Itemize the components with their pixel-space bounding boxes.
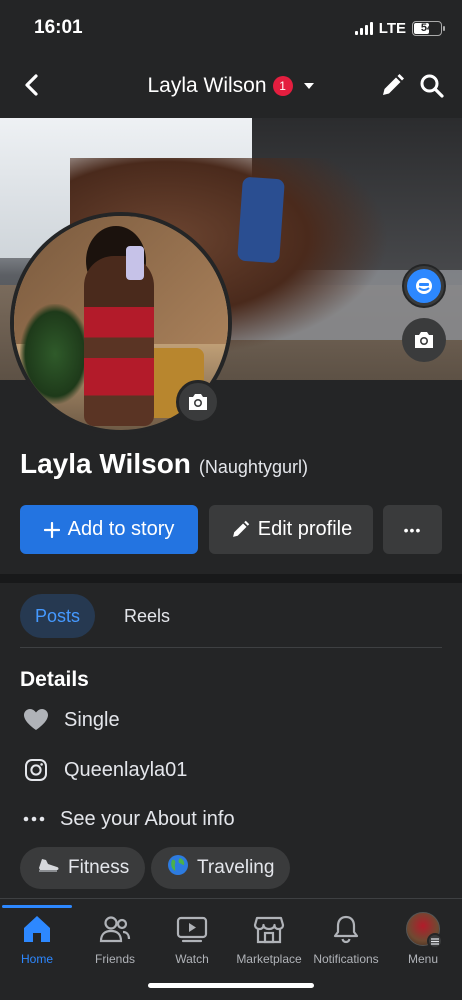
watch-icon (175, 912, 209, 946)
profile-actions: Add to story Edit profile ••• (20, 505, 442, 554)
plus-icon (43, 521, 60, 538)
tab-reels[interactable]: Reels (109, 594, 185, 638)
menu-avatar-icon (406, 912, 443, 949)
marketplace-icon (252, 912, 286, 946)
profile-tabs: Posts Reels (20, 594, 185, 638)
status-indicators: LTE 54 (354, 19, 445, 37)
nav-menu[interactable]: Menu (383, 912, 462, 966)
instagram-handle: Queenlayla01 (64, 758, 188, 781)
more-icon: ••• (403, 521, 422, 538)
battery-level: 54 (420, 22, 434, 34)
profile-name-row: Layla Wilson (Naughtygurl) (20, 448, 308, 480)
status-time: 16:01 (34, 17, 83, 38)
battery-icon: 54 (412, 20, 445, 36)
ellipsis-icon (22, 805, 46, 833)
tab-posts[interactable]: Posts (20, 594, 96, 638)
notification-badge: 1 (272, 76, 293, 96)
profile-name: Layla Wilson (20, 448, 191, 479)
pencil-icon (232, 520, 249, 537)
camera-icon (189, 394, 207, 410)
profile-camera-button[interactable] (176, 380, 220, 424)
add-to-story-label: Add to story (67, 518, 175, 540)
network-label: LTE (378, 19, 406, 37)
signal-icon (354, 21, 373, 35)
edit-profile-label: Edit profile (257, 518, 353, 540)
search-button[interactable] (418, 72, 446, 100)
alternate-name: (Naughtygurl) (198, 457, 308, 477)
hobby-chip-fitness[interactable]: Fitness (20, 847, 146, 889)
hobby-chip-traveling[interactable]: Traveling (151, 847, 291, 889)
hamburger-icon (427, 933, 443, 949)
camera-icon (415, 332, 433, 348)
about-info-link[interactable]: See your About info (22, 805, 235, 833)
nav-watch[interactable]: Watch (152, 912, 232, 966)
running-shoe-icon (36, 855, 60, 881)
bell-icon (329, 912, 363, 946)
instagram-row[interactable]: Queenlayla01 (22, 756, 187, 784)
cover-camera-button[interactable] (402, 318, 446, 362)
top-nav: Layla Wilson 1 (0, 58, 462, 114)
edit-profile-button[interactable]: Edit profile (209, 505, 373, 554)
nav-notifications[interactable]: Notifications (306, 912, 386, 966)
nav-label: Home (20, 952, 53, 966)
nav-label: Notifications (313, 952, 379, 966)
status-bar: 16:01 LTE 54 (0, 0, 462, 56)
nav-label: Marketplace (236, 952, 302, 966)
section-divider (0, 574, 462, 583)
home-icon (20, 912, 54, 946)
friends-icon (98, 912, 132, 946)
active-tab-indicator (2, 905, 72, 908)
edit-button[interactable] (378, 72, 406, 100)
search-icon (420, 74, 444, 98)
tabs-divider (20, 647, 442, 648)
pencil-icon (383, 74, 404, 95)
heart-icon (22, 706, 50, 734)
avatar-button[interactable] (402, 264, 446, 308)
home-indicator (148, 983, 314, 988)
caret-down-icon (303, 80, 315, 92)
nav-marketplace[interactable]: Marketplace (229, 912, 309, 966)
nav-home[interactable]: Home (0, 912, 77, 966)
hobby-label: Traveling (197, 857, 275, 878)
nav-label: Menu (407, 952, 439, 966)
more-options-button[interactable]: ••• (383, 505, 442, 554)
nav-label: Watch (175, 952, 209, 966)
hobby-label: Fitness (68, 857, 130, 878)
about-info-label: See your About info (60, 807, 235, 830)
page-title: Layla Wilson (147, 74, 267, 97)
instagram-icon (22, 756, 50, 784)
relationship-row: Single (22, 706, 120, 734)
globe-icon (167, 854, 189, 882)
avatar-icon (407, 269, 441, 303)
relationship-status: Single (64, 708, 120, 731)
add-to-story-button[interactable]: Add to story (20, 505, 198, 554)
nav-friends[interactable]: Friends (75, 912, 155, 966)
cover-phone-detail (237, 176, 285, 264)
nav-label: Friends (94, 952, 135, 966)
details-heading: Details (20, 668, 89, 691)
